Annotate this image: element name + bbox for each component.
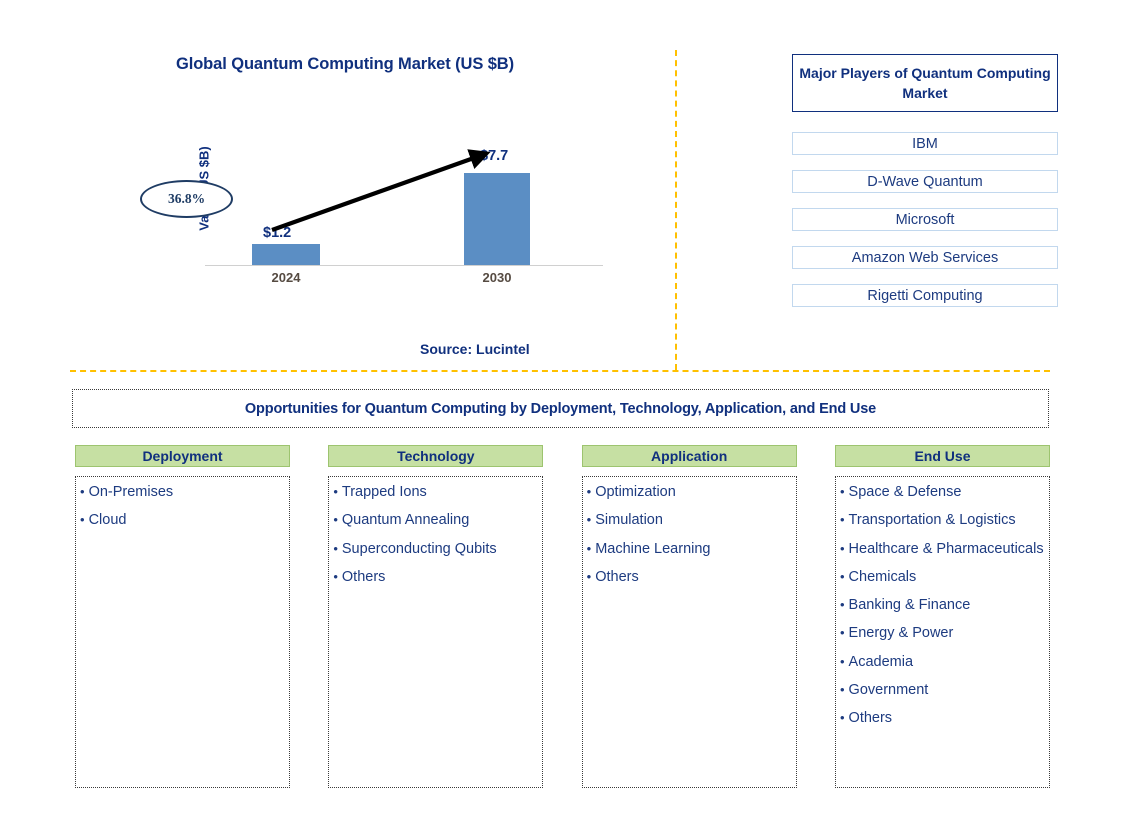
list-item-label: On-Premises bbox=[88, 484, 174, 500]
player-label: Rigetti Computing bbox=[867, 287, 983, 304]
list-item-label: Academia bbox=[848, 653, 914, 670]
column-header-deployment: Deployment bbox=[75, 445, 290, 467]
column-end-use: End Use • Space & Defense • Transportati… bbox=[834, 445, 1050, 790]
list-item-label: Optimization bbox=[595, 484, 676, 500]
column-body-deployment: • On-Premises • Cloud bbox=[75, 476, 290, 788]
bullet-icon: • bbox=[839, 540, 845, 556]
list-item-label: Superconducting Qubits bbox=[341, 540, 497, 557]
bar-2030 bbox=[464, 173, 530, 265]
bullet-icon: • bbox=[839, 568, 845, 584]
list-item-label: Machine Learning bbox=[595, 540, 711, 557]
list-item: • Government bbox=[840, 681, 1046, 700]
bullet-icon: • bbox=[839, 710, 845, 726]
source-label: Source: Lucintel bbox=[420, 341, 530, 357]
list-item-label: Space & Defense bbox=[848, 484, 962, 500]
bullet-icon: • bbox=[333, 540, 338, 556]
bullet-icon: • bbox=[80, 484, 85, 499]
bullet-icon: • bbox=[333, 484, 338, 499]
bar-2024 bbox=[252, 244, 320, 265]
list-item: • Others bbox=[587, 568, 793, 587]
list-item: • Quantum Annealing bbox=[333, 511, 539, 530]
major-players-header: Major Players of Quantum Computing Marke… bbox=[792, 54, 1058, 112]
list-item: • Others bbox=[840, 709, 1046, 728]
player-label: Amazon Web Services bbox=[851, 249, 999, 266]
list-item-label: Transportation & Logistics bbox=[848, 512, 1016, 529]
column-body-technology: • Trapped Ions • Quantum Annealing • Sup… bbox=[328, 476, 544, 788]
bar-value-2024: $1.2 bbox=[263, 225, 292, 241]
player-item-microsoft[interactable]: Microsoft bbox=[792, 208, 1058, 231]
list-item: • Optimization bbox=[587, 483, 793, 502]
list-item: • On-Premises bbox=[80, 483, 286, 502]
list-item-label: Cloud bbox=[88, 512, 127, 529]
list-item-label: Energy & Power bbox=[848, 625, 954, 642]
list-item: • Chemicals bbox=[840, 568, 1046, 587]
major-players-panel: Major Players of Quantum Computing Marke… bbox=[792, 54, 1058, 307]
list-item-label: Banking & Finance bbox=[848, 597, 971, 614]
column-application: Application • Optimization • Simulation … bbox=[581, 445, 797, 790]
bullet-icon: • bbox=[586, 540, 592, 556]
list-item: • Simulation bbox=[587, 511, 793, 530]
list-item-label: Others bbox=[341, 568, 386, 585]
list-item: • Cloud bbox=[80, 511, 286, 530]
list-item: • Others bbox=[333, 568, 539, 587]
list-item: • Superconducting Qubits bbox=[333, 540, 539, 559]
list-item: • Energy & Power bbox=[840, 624, 1046, 643]
column-header-technology: Technology bbox=[328, 445, 544, 467]
player-item-amazon-web-services[interactable]: Amazon Web Services bbox=[792, 246, 1058, 269]
list-item: • Academia bbox=[840, 653, 1046, 672]
bullet-icon: • bbox=[839, 625, 845, 641]
list-item: • Machine Learning bbox=[587, 540, 793, 559]
list-item: • Healthcare & Pharmaceuticals bbox=[840, 540, 1046, 559]
player-label: IBM bbox=[912, 135, 938, 152]
player-label: Microsoft bbox=[895, 211, 955, 228]
player-item-rigetti-computing[interactable]: Rigetti Computing bbox=[792, 284, 1058, 307]
column-header-end-use: End Use bbox=[834, 445, 1050, 467]
market-chart-panel: Global Quantum Computing Market (US $B) … bbox=[0, 0, 675, 372]
bullet-icon: • bbox=[586, 512, 592, 528]
bullet-icon: • bbox=[333, 512, 338, 528]
x-tick-label-2030: 2030 bbox=[482, 270, 512, 285]
bullet-icon: • bbox=[839, 597, 845, 613]
x-tick-label-2024: 2024 bbox=[271, 270, 301, 285]
list-item-label: Healthcare & Pharmaceuticals bbox=[848, 540, 1044, 557]
chart-plot-area: Value (US $B) $1.2 $7.7 2024 2030 bbox=[197, 130, 605, 285]
list-item: • Space & Defense bbox=[840, 483, 1046, 502]
list-item-label: Others bbox=[848, 710, 893, 727]
opportunities-header: Opportunities for Quantum Computing by D… bbox=[72, 389, 1049, 428]
column-technology: Technology • Trapped Ions • Quantum Anne… bbox=[328, 445, 544, 790]
bullet-icon: • bbox=[839, 681, 845, 697]
list-item-label: Quantum Annealing bbox=[341, 512, 470, 529]
opportunities-columns: Deployment • On-Premises • Cloud Technol… bbox=[75, 445, 1050, 790]
bullet-icon: • bbox=[839, 484, 845, 499]
cagr-bubble: 36.8% bbox=[140, 180, 233, 218]
chart-title: Global Quantum Computing Market (US $B) bbox=[175, 55, 515, 73]
list-item: • Banking & Finance bbox=[840, 596, 1046, 615]
horizontal-dashed-divider bbox=[70, 370, 1050, 372]
bar-value-2030: $7.7 bbox=[480, 148, 509, 164]
list-item-label: Others bbox=[595, 568, 639, 585]
column-deployment: Deployment • On-Premises • Cloud bbox=[75, 445, 290, 790]
bullet-icon: • bbox=[80, 512, 85, 528]
list-item: • Trapped Ions bbox=[333, 483, 539, 502]
list-item-label: Simulation bbox=[595, 512, 663, 529]
column-body-end-use: • Space & Defense • Transportation & Log… bbox=[834, 476, 1050, 788]
player-item-ibm[interactable]: IBM bbox=[792, 132, 1058, 155]
bullet-icon: • bbox=[839, 653, 845, 669]
bullet-icon: • bbox=[586, 568, 592, 584]
vertical-dashed-divider bbox=[675, 50, 677, 370]
list-item-label: Trapped Ions bbox=[341, 484, 427, 500]
bullet-icon: • bbox=[839, 512, 845, 528]
column-body-application: • Optimization • Simulation • Machine Le… bbox=[581, 476, 797, 788]
list-item-label: Chemicals bbox=[848, 568, 917, 585]
list-item-label: Government bbox=[848, 681, 929, 698]
bullet-icon: • bbox=[586, 484, 592, 499]
bullet-icon: • bbox=[333, 568, 338, 584]
player-item-d-wave-quantum[interactable]: D-Wave Quantum bbox=[792, 170, 1058, 193]
list-item: • Transportation & Logistics bbox=[840, 511, 1046, 530]
cagr-value: 36.8% bbox=[167, 191, 206, 206]
column-header-application: Application bbox=[581, 445, 797, 467]
chart-x-axis-line bbox=[205, 265, 603, 266]
player-label: D-Wave Quantum bbox=[867, 173, 983, 190]
